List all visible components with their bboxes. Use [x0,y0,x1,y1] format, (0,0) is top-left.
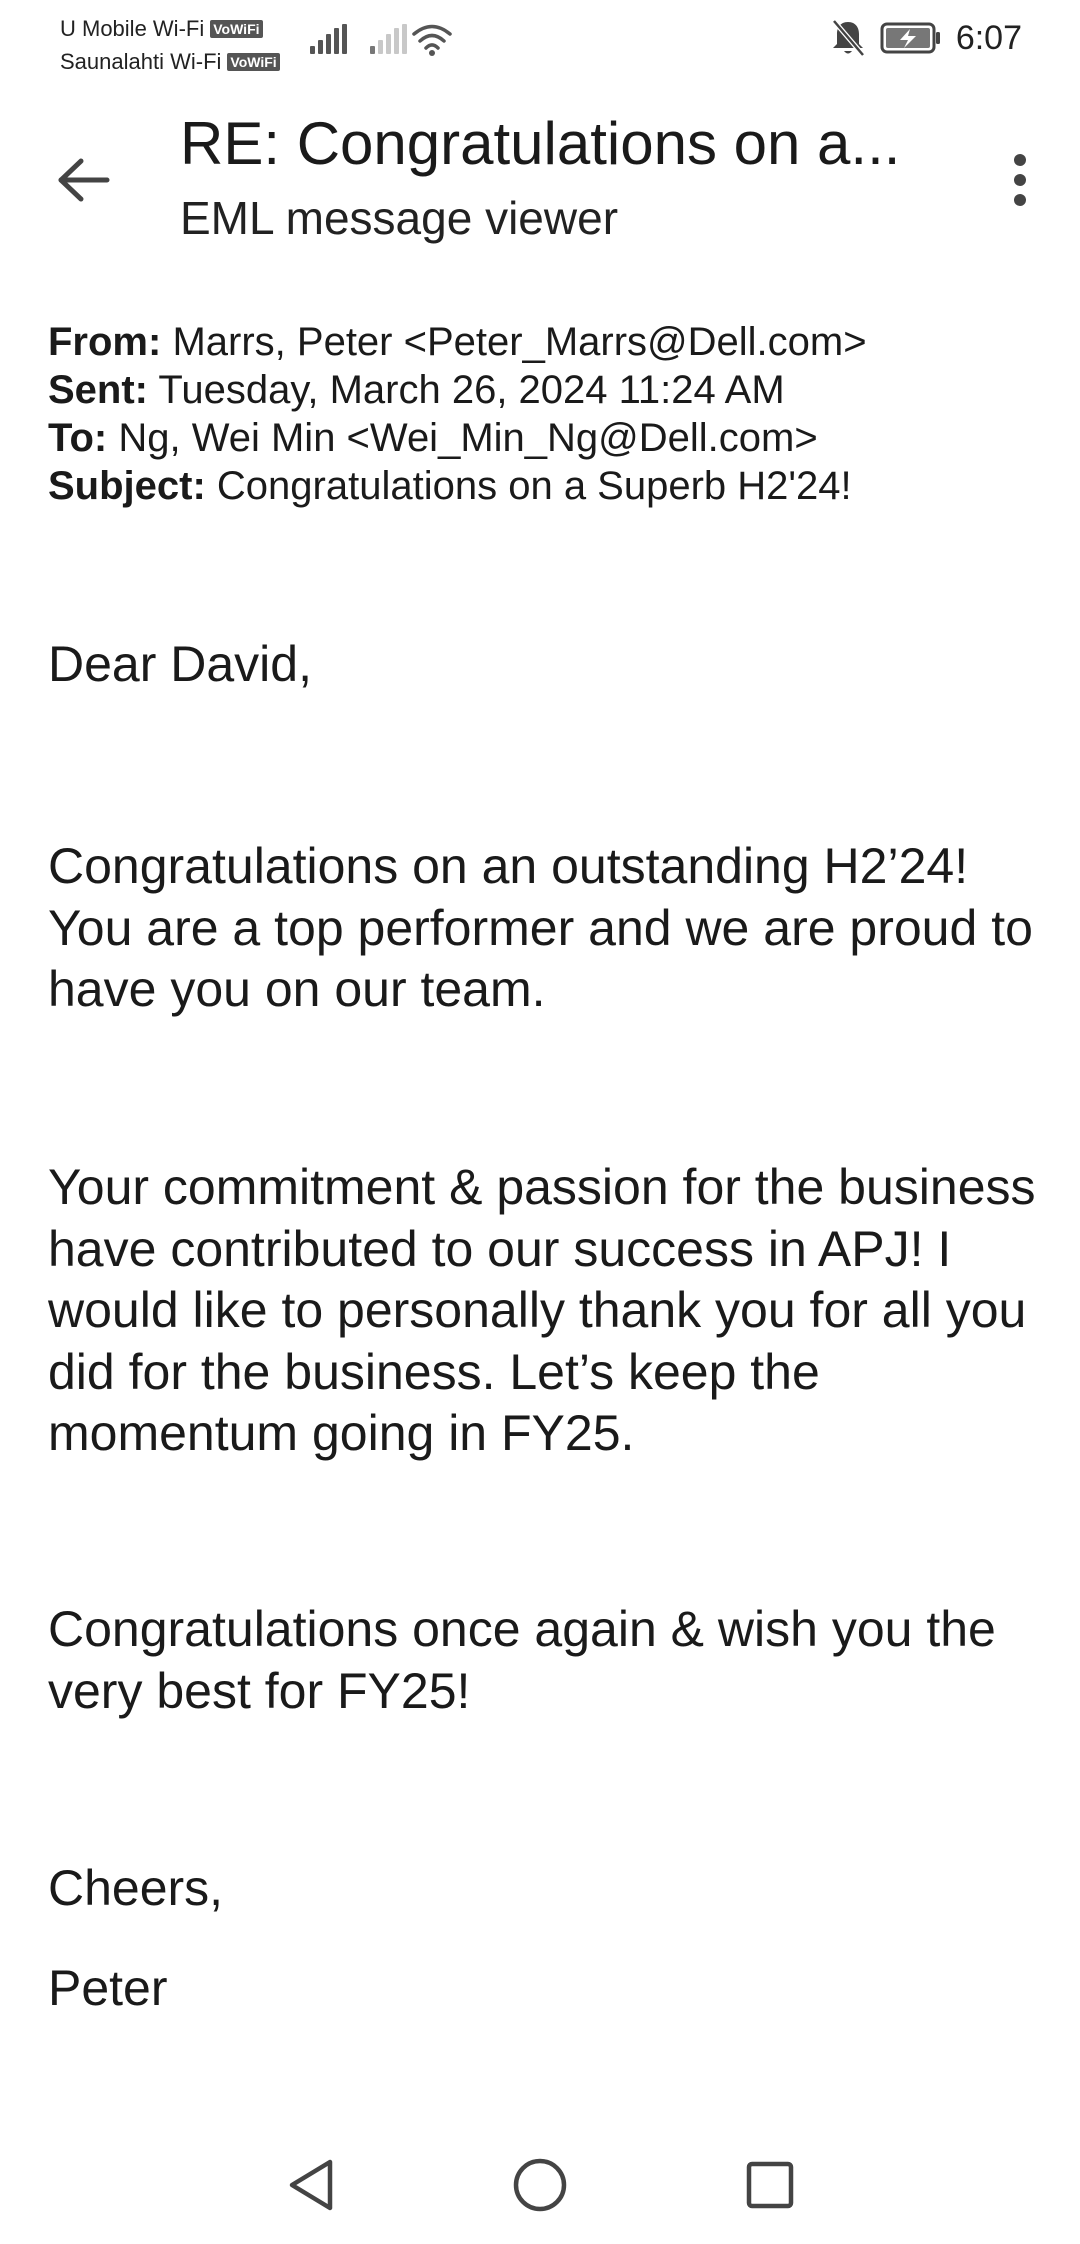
bell-off-icon [831,19,865,57]
status-right: 6:07 [830,18,1022,58]
from-label: From: [48,320,162,364]
signal-weak-icon [370,24,407,54]
page-subtitle: EML message viewer [180,192,619,244]
to-label: To: [48,416,108,460]
from-line: From: Marrs, Peter <Peter_Marrs@Dell.com… [48,318,1048,366]
app-bar: RE: Congratulations on a... EML message … [0,90,1080,270]
back-button[interactable] [44,140,124,220]
nav-recents-button[interactable] [725,2140,815,2230]
closing: Cheers, [48,1860,224,1916]
more-options-button[interactable] [990,140,1050,220]
nav-home-icon [513,2158,567,2212]
page-title: RE: Congratulations on a... [180,110,900,177]
carrier-1-name: U Mobile Wi-Fi [60,16,205,41]
signature: Peter [48,1960,168,2016]
subject-label: Subject: [48,464,206,508]
back-arrow-icon [58,158,110,202]
vowifi-badge: VoWiFi [210,19,263,38]
wifi-icon [412,24,452,56]
from-value: Marrs, Peter <Peter_Marrs@Dell.com> [172,320,867,364]
carrier-2-name: Saunalahti Wi-Fi [60,49,222,74]
nav-back-button[interactable] [266,2140,356,2230]
to-value: Ng, Wei Min <Wei_Min_Ng@Dell.com> [118,416,818,460]
clock: 6:07 [955,18,1022,57]
nav-recents-icon [746,2161,794,2209]
sent-value: Tuesday, March 26, 2024 11:24 AM [158,368,785,412]
nav-home-button[interactable] [495,2140,585,2230]
email-header: From: Marrs, Peter <Peter_Marrs@Dell.com… [48,318,1048,510]
battery-charging-icon [880,22,940,54]
subject-line: Subject: Congratulations on a Superb H2'… [48,462,1048,510]
carrier-1: U Mobile Wi-Fi VoWiFi [60,12,280,45]
more-vert-icon [1014,154,1026,166]
status-bar: U Mobile Wi-Fi VoWiFi Saunalahti Wi-Fi V… [0,0,1080,80]
body-paragraph-2: Your commitment & passion for the busine… [48,1159,1036,1461]
system-nav-bar [0,2140,1080,2230]
carrier-2: Saunalahti Wi-Fi VoWiFi [60,45,280,78]
body-paragraph-3: Congratulations once again & wish you th… [48,1601,996,1719]
vowifi-badge: VoWiFi [227,52,280,71]
sent-label: Sent: [48,368,148,412]
body-paragraph-1: Congratulations on an outstanding H2’24!… [48,838,1033,1017]
greeting: Dear David, [48,636,312,692]
signal-icon [310,24,347,54]
subject-value: Congratulations on a Superb H2'24! [216,464,852,508]
carrier-info: U Mobile Wi-Fi VoWiFi Saunalahti Wi-Fi V… [60,12,280,78]
to-line: To: Ng, Wei Min <Wei_Min_Ng@Dell.com> [48,414,1048,462]
sent-line: Sent: Tuesday, March 26, 2024 11:24 AM [48,366,1048,414]
nav-back-icon [289,2159,333,2211]
